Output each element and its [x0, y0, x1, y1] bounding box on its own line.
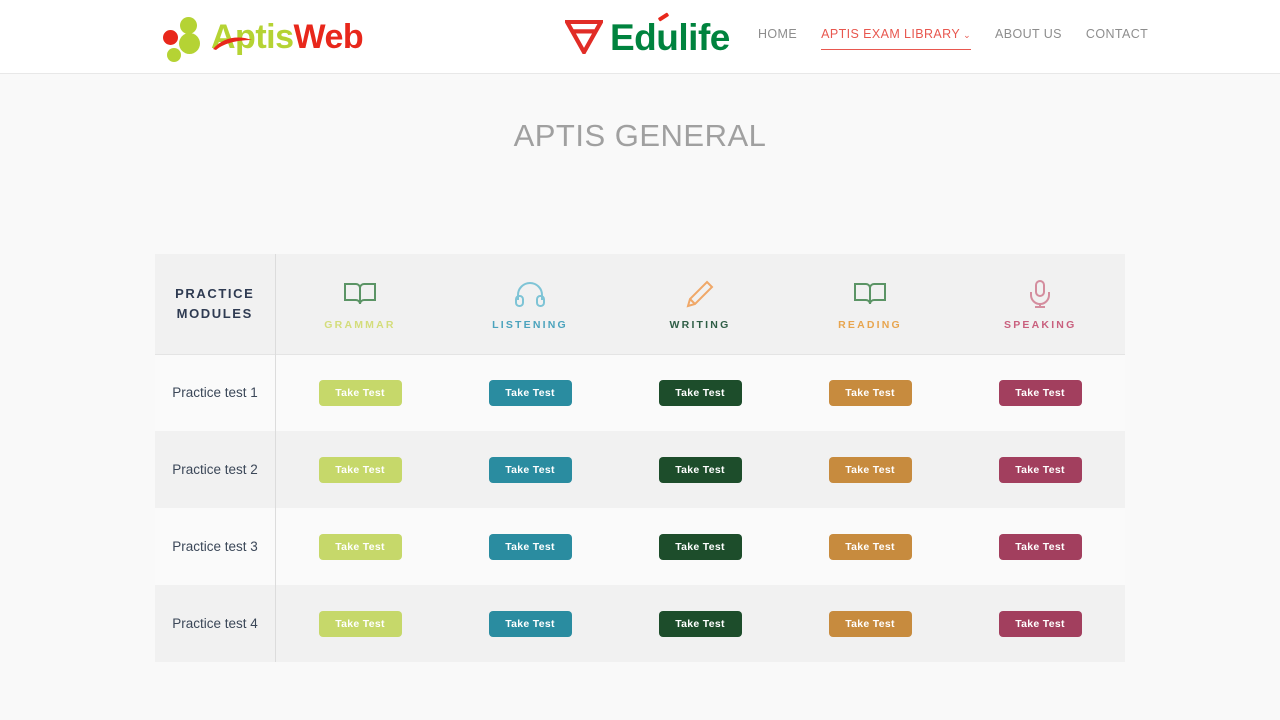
- microphone-icon: [956, 277, 1126, 311]
- practice-modules-table-wrapper: PRACTICE MODULES GRAMMAR LISTENING WRITI…: [155, 254, 1125, 662]
- take-test-button-writing-4[interactable]: Take Test: [658, 610, 742, 637]
- module-label-listening: LISTENING: [492, 318, 568, 331]
- take-test-button-grammar-1[interactable]: Take Test: [318, 379, 402, 406]
- aptisweb-wordmark-aptis: Aptis: [211, 18, 294, 56]
- cell-speaking: Take Test: [955, 508, 1125, 585]
- table-body: Practice test 1 Take Test Take Test Take…: [155, 354, 1125, 662]
- practice-modules-header-line2: MODULES: [176, 305, 253, 321]
- module-header-reading: READING: [785, 254, 955, 355]
- practice-modules-table: PRACTICE MODULES GRAMMAR LISTENING WRITI…: [155, 254, 1125, 662]
- page-title: APTIS GENERAL: [513, 118, 767, 153]
- module-header-listening: LISTENING: [445, 254, 615, 355]
- aptisweb-wordmark: AptisWeb: [211, 18, 364, 56]
- module-label-speaking: SPEAKING: [1004, 318, 1077, 331]
- practice-test-name: Practice test 1: [172, 385, 258, 401]
- cell-grammar: Take Test: [275, 508, 445, 585]
- practice-test-name: Practice test 3: [172, 539, 258, 554]
- take-test-button-reading-3[interactable]: Take Test: [828, 533, 912, 560]
- module-label-writing: WRITING: [669, 318, 731, 331]
- cell-speaking: Take Test: [955, 354, 1125, 431]
- take-test-button-speaking-2[interactable]: Take Test: [998, 456, 1082, 483]
- take-test-button-listening-1[interactable]: Take Test: [488, 379, 572, 406]
- open-book-icon: [786, 277, 955, 311]
- table-row: Practice test 1 Take Test Take Test Take…: [155, 354, 1125, 431]
- module-header-grammar: GRAMMAR: [275, 254, 445, 355]
- take-test-button-listening-2[interactable]: Take Test: [488, 456, 572, 483]
- module-header-writing: WRITING: [615, 254, 785, 355]
- cell-grammar: Take Test: [275, 431, 445, 508]
- main-navigation: HOME APTIS EXAM LIBRARY ⌄ ABOUT US CONTAC…: [758, 27, 1148, 50]
- take-test-button-speaking-3[interactable]: Take Test: [998, 533, 1082, 560]
- table-header-row: PRACTICE MODULES GRAMMAR LISTENING WRITI…: [155, 254, 1126, 355]
- aptisweb-wordmark-web: Web: [293, 18, 364, 56]
- take-test-button-writing-1[interactable]: Take Test: [658, 379, 742, 406]
- cell-grammar: Take Test: [275, 585, 445, 662]
- take-test-button-listening-3[interactable]: Take Test: [488, 533, 572, 560]
- cell-listening: Take Test: [445, 354, 615, 431]
- practice-test-name: Practice test 2: [172, 462, 258, 477]
- edulife-logo[interactable]: Edulife: [565, 12, 730, 60]
- take-test-button-speaking-1[interactable]: Take Test: [998, 379, 1082, 406]
- nav-item-about-us-label: ABOUT US: [995, 27, 1062, 41]
- take-test-button-grammar-2[interactable]: Take Test: [318, 456, 402, 483]
- table-row: Practice test 3 Take Test Take Test Take…: [155, 508, 1125, 585]
- cell-writing: Take Test: [615, 508, 785, 585]
- take-test-button-reading-4[interactable]: Take Test: [828, 610, 912, 637]
- module-header-speaking: SPEAKING: [955, 254, 1126, 355]
- table-header: PRACTICE MODULES GRAMMAR LISTENING WRITI…: [155, 254, 1126, 355]
- practice-modules-header-cell: PRACTICE MODULES: [155, 254, 275, 355]
- nav-item-contact[interactable]: CONTACT: [1086, 27, 1148, 44]
- module-label-reading: READING: [838, 318, 902, 331]
- edulife-mark-icon: [565, 20, 603, 54]
- nav-item-about-us[interactable]: ABOUT US: [995, 27, 1062, 44]
- cell-reading: Take Test: [785, 354, 955, 431]
- take-test-button-reading-2[interactable]: Take Test: [828, 456, 912, 483]
- nav-item-contact-label: CONTACT: [1085, 27, 1149, 41]
- site-header: AptisWeb Edulife HOME APTIS EXAM LIBRARY…: [0, 0, 1280, 74]
- take-test-button-listening-4[interactable]: Take Test: [488, 610, 572, 637]
- cell-reading: Take Test: [785, 431, 955, 508]
- edulife-wordmark: Edulife: [610, 16, 730, 58]
- cell-listening: Take Test: [445, 508, 615, 585]
- nav-item-aptis-exam-library-label: APTIS EXAM LIBRARY: [821, 27, 961, 41]
- nav-item-aptis-exam-library[interactable]: APTIS EXAM LIBRARY ⌄: [821, 27, 972, 50]
- pencil-icon: [616, 277, 785, 311]
- practice-test-name: Practice test 4: [172, 616, 258, 631]
- cell-writing: Take Test: [615, 354, 785, 431]
- aptisweb-logo[interactable]: AptisWeb: [163, 12, 364, 62]
- nav-item-home-label: HOME: [758, 27, 798, 41]
- take-test-button-reading-1[interactable]: Take Test: [828, 379, 912, 406]
- cell-listening: Take Test: [445, 431, 615, 508]
- module-label-grammar: GRAMMAR: [324, 318, 396, 331]
- cell-listening: Take Test: [445, 585, 615, 662]
- cell-writing: Take Test: [615, 585, 785, 662]
- cell-speaking: Take Test: [955, 585, 1125, 662]
- open-book-icon: [276, 277, 445, 311]
- aptisweb-dots-icon: [163, 15, 209, 62]
- table-row: Practice test 2 Take Test Take Test Take…: [155, 431, 1125, 508]
- cell-reading: Take Test: [785, 508, 955, 585]
- take-test-button-writing-2[interactable]: Take Test: [658, 456, 742, 483]
- cell-grammar: Take Test: [275, 354, 445, 431]
- headphones-icon: [446, 277, 615, 311]
- take-test-button-speaking-4[interactable]: Take Test: [998, 610, 1082, 637]
- take-test-button-grammar-3[interactable]: Take Test: [318, 533, 402, 560]
- chevron-down-icon: ⌄: [963, 30, 972, 40]
- cell-writing: Take Test: [615, 431, 785, 508]
- table-row: Practice test 4 Take Test Take Test Take…: [155, 585, 1125, 662]
- take-test-button-grammar-4[interactable]: Take Test: [318, 610, 402, 637]
- main-content: APTIS GENERAL PRACTICE MODULES GRAMMAR L…: [0, 118, 1280, 662]
- cell-speaking: Take Test: [955, 431, 1125, 508]
- first-column-divider: [275, 254, 276, 662]
- cell-reading: Take Test: [785, 585, 955, 662]
- nav-item-home[interactable]: HOME: [758, 27, 797, 44]
- take-test-button-writing-3[interactable]: Take Test: [658, 533, 742, 560]
- practice-modules-header-line1: PRACTICE: [175, 285, 255, 301]
